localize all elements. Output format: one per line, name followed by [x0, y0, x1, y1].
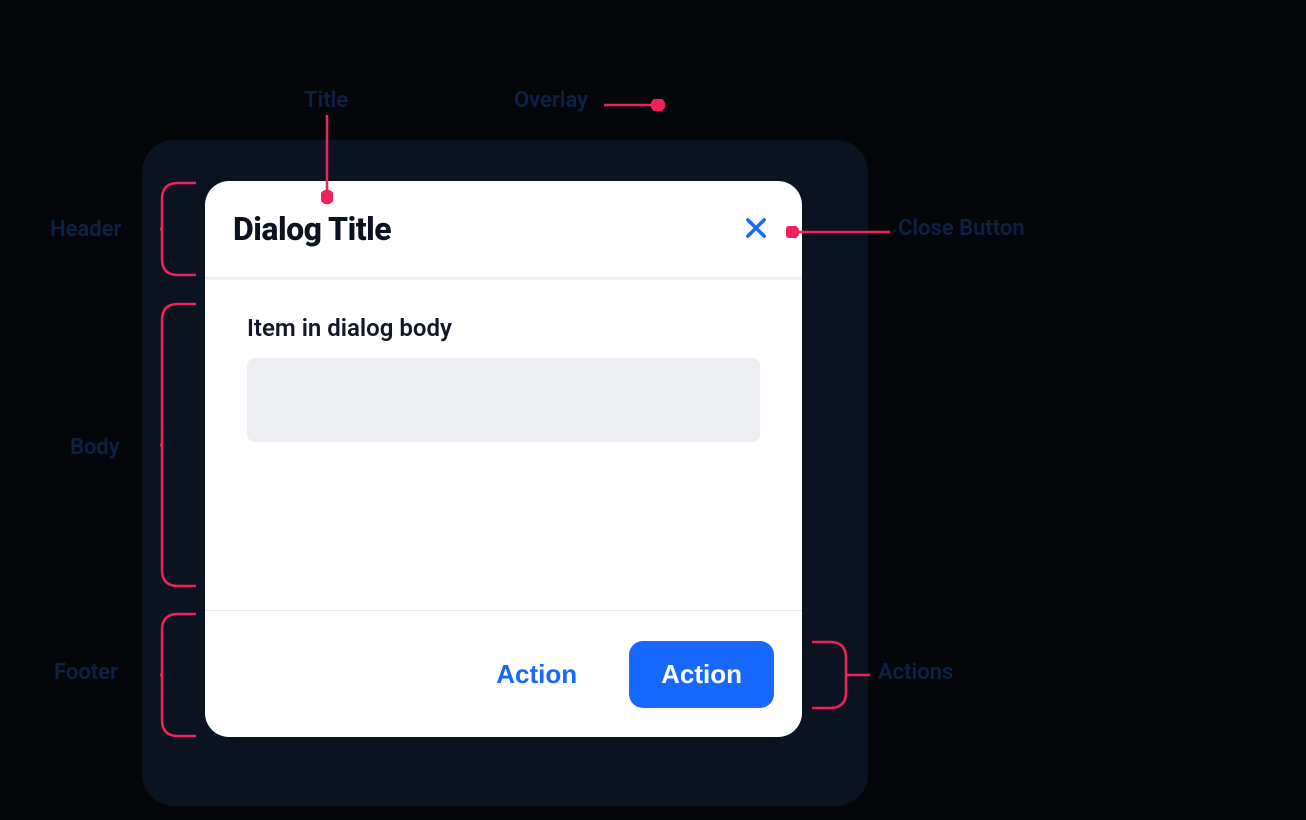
dialog-header: Dialog Title	[205, 181, 802, 278]
annotation-bracket-footer	[160, 612, 196, 742]
dialog-footer: Action Action	[205, 610, 802, 737]
diagram-canvas: Dialog Title Item in dialog body Action …	[0, 0, 1306, 820]
annotation-bracket-body	[160, 302, 196, 592]
annotation-pointer-title	[321, 115, 333, 209]
dialog-body-item-label: Item in dialog body	[247, 314, 760, 342]
annotation-label-close-button: Close Button	[898, 216, 1025, 241]
primary-action-button[interactable]: Action	[629, 641, 774, 708]
secondary-action-button[interactable]: Action	[464, 641, 609, 708]
annotation-label-body: Body	[70, 435, 120, 460]
dialog-title: Dialog Title	[233, 210, 391, 248]
close-icon	[742, 214, 770, 245]
annotation-bracket-header	[160, 181, 196, 281]
annotation-label-footer: Footer	[54, 660, 118, 685]
dialog-body: Item in dialog body	[205, 278, 802, 610]
dialog-body-input[interactable]	[247, 358, 760, 442]
annotation-pointer-overlay	[604, 96, 666, 115]
annotation-label-header: Header	[50, 217, 121, 242]
close-button[interactable]	[738, 211, 774, 247]
annotation-pointer-close-button	[786, 223, 890, 242]
dialog: Dialog Title Item in dialog body Action …	[205, 181, 802, 737]
annotation-label-overlay: Overlay	[514, 88, 588, 113]
annotation-bracket-actions	[812, 640, 870, 714]
annotation-label-actions: Actions	[878, 660, 953, 685]
annotation-label-title: Title	[304, 88, 348, 113]
